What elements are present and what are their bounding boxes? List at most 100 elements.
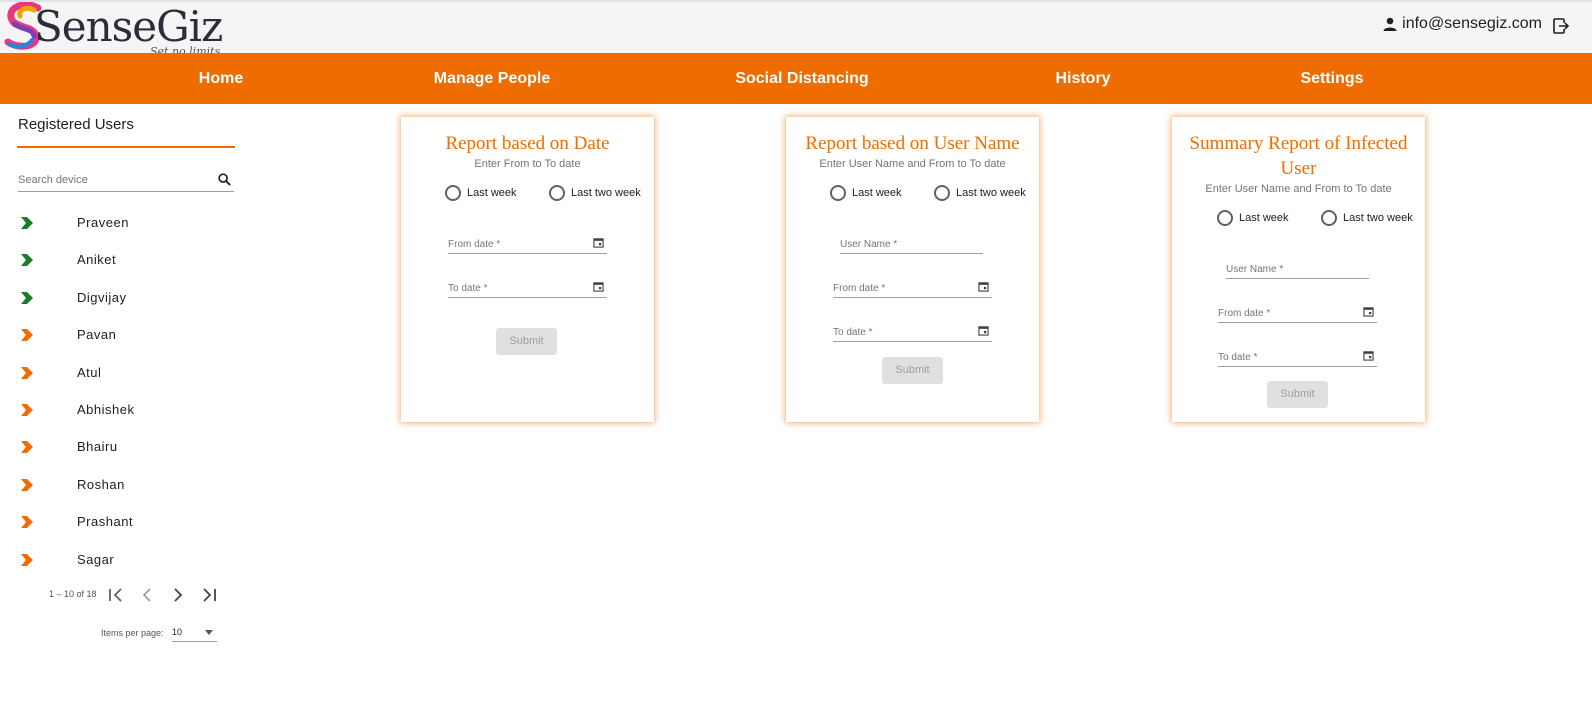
radio-last-two-week[interactable]: Last two week: [934, 183, 1026, 203]
from-date-input[interactable]: [1218, 304, 1348, 323]
nav-settings[interactable]: Settings: [1300, 53, 1363, 104]
radio-circle-icon: [934, 185, 950, 201]
user-list-item[interactable]: Praveen: [0, 204, 250, 241]
last-page-icon[interactable]: [199, 585, 219, 605]
submit-button[interactable]: Submit: [1267, 381, 1328, 408]
status-chevron-icon: [21, 292, 33, 304]
user-list-item[interactable]: Aniket: [0, 241, 250, 278]
radio-label: Last week: [852, 187, 902, 199]
radio-last-two-week[interactable]: Last two week: [1321, 208, 1413, 228]
radio-label: Last week: [467, 187, 517, 199]
user-name: Sagar: [77, 552, 115, 567]
user-name: Atul: [77, 365, 102, 380]
user-name: Abhishek: [77, 402, 135, 417]
calendar-icon[interactable]: [1363, 350, 1374, 361]
calendar-icon[interactable]: [593, 281, 604, 292]
submit-button[interactable]: Submit: [496, 328, 557, 355]
user-list-item[interactable]: Abhishek: [0, 391, 250, 428]
status-chevron-icon: [21, 367, 33, 379]
calendar-icon[interactable]: [1363, 306, 1374, 317]
logo-text: SenseGiz: [34, 2, 223, 51]
radio-circle-icon: [549, 185, 565, 201]
infected-user-summary-card: Summary Report of Infected User Enter Us…: [1172, 117, 1425, 422]
user-name: Praveen: [77, 215, 129, 230]
status-chevron-icon: [21, 441, 33, 453]
prev-page-icon[interactable]: [137, 585, 157, 605]
card-subtitle: Enter User Name and From to To date: [819, 158, 1006, 170]
status-chevron-icon: [21, 254, 33, 266]
from-date-field: [833, 278, 992, 298]
from-date-field: [448, 234, 607, 254]
status-chevron-icon: [21, 554, 33, 566]
calendar-icon[interactable]: [978, 325, 989, 336]
status-chevron-icon: [21, 516, 33, 528]
user-name-input[interactable]: [840, 235, 970, 254]
submit-button[interactable]: Submit: [882, 357, 943, 384]
user-name: Bhairu: [77, 439, 118, 454]
radio-label: Last two week: [1343, 212, 1413, 224]
to-date-field: [448, 278, 607, 298]
user-list-item[interactable]: Prashant: [0, 503, 250, 540]
radio-last-week[interactable]: Last week: [830, 183, 902, 203]
radio-label: Last week: [1239, 212, 1289, 224]
to-date-input[interactable]: [833, 323, 963, 342]
nav-manage-people[interactable]: Manage People: [434, 53, 550, 104]
user-name: Prashant: [77, 514, 134, 529]
card-title: Report based on User Name: [805, 133, 1020, 154]
card-subtitle: Enter From to To date: [474, 158, 581, 170]
calendar-icon[interactable]: [978, 281, 989, 292]
radio-last-two-week[interactable]: Last two week: [549, 183, 641, 203]
period-radio-group: Last week Last two week: [401, 183, 654, 203]
nav-social-distancing[interactable]: Social Distancing: [735, 53, 868, 104]
to-date-input[interactable]: [448, 279, 578, 298]
nav-home[interactable]: Home: [199, 53, 243, 104]
user-name: Digvijay: [77, 290, 127, 305]
from-date-input[interactable]: [833, 279, 963, 298]
report-by-date-card: Report based on Date Enter From to To da…: [401, 117, 654, 422]
user-name-field: [1226, 259, 1369, 279]
card-title: Summary Report of Infected User: [1189, 133, 1408, 179]
search-icon[interactable]: [217, 172, 232, 187]
report-by-user-name-card: Report based on User Name Enter User Nam…: [786, 117, 1039, 422]
radio-circle-icon: [830, 185, 846, 201]
user-list-item[interactable]: Digvijay: [0, 279, 250, 316]
user-name: Roshan: [77, 477, 125, 492]
radio-last-week[interactable]: Last week: [445, 183, 517, 203]
chevron-down-icon: [205, 630, 213, 635]
search-input[interactable]: [18, 170, 203, 190]
main-nav: Home Manage People Social Distancing His…: [0, 53, 1592, 104]
user-account[interactable]: info@sensegiz.com: [1382, 15, 1542, 33]
to-date-field: [833, 322, 992, 342]
radio-last-week[interactable]: Last week: [1217, 208, 1289, 228]
nav-history[interactable]: History: [1055, 53, 1110, 104]
user-list-item[interactable]: Sagar: [0, 541, 250, 578]
to-date-input[interactable]: [1218, 348, 1348, 367]
status-chevron-icon: [21, 329, 33, 341]
registered-users-panel: Registered Users Praveen Aniket Digvijay Pa…: [0, 104, 250, 706]
from-date-field: [1218, 303, 1377, 323]
user-list-item[interactable]: Roshan: [0, 466, 250, 503]
next-page-icon[interactable]: [168, 585, 188, 605]
panel-title: Registered Users: [18, 116, 134, 133]
user-name: Pavan: [77, 327, 117, 342]
search-field: [18, 170, 234, 192]
logout-icon[interactable]: [1552, 17, 1570, 35]
top-header: SenseGiz Set no limits. info@sensegiz.co…: [0, 0, 1592, 58]
user-list-item[interactable]: Bhairu: [0, 428, 250, 465]
items-per-page-label: Items per page:: [101, 628, 164, 638]
user-name: Aniket: [77, 252, 117, 267]
user-list-item[interactable]: Pavan: [0, 316, 250, 353]
items-per-page-value: 10: [172, 627, 183, 637]
card-subtitle: Enter User Name and From to To date: [1205, 183, 1392, 195]
user-list-item[interactable]: Atul: [0, 354, 250, 391]
status-chevron-icon: [21, 404, 33, 416]
status-chevron-icon: [21, 479, 33, 491]
radio-label: Last two week: [571, 187, 641, 199]
from-date-input[interactable]: [448, 235, 578, 254]
user-name-input[interactable]: [1226, 260, 1356, 279]
radio-circle-icon: [445, 185, 461, 201]
status-chevron-icon: [21, 217, 33, 229]
calendar-icon[interactable]: [593, 237, 604, 248]
items-per-page-select[interactable]: 10: [172, 622, 217, 642]
first-page-icon[interactable]: [106, 585, 126, 605]
